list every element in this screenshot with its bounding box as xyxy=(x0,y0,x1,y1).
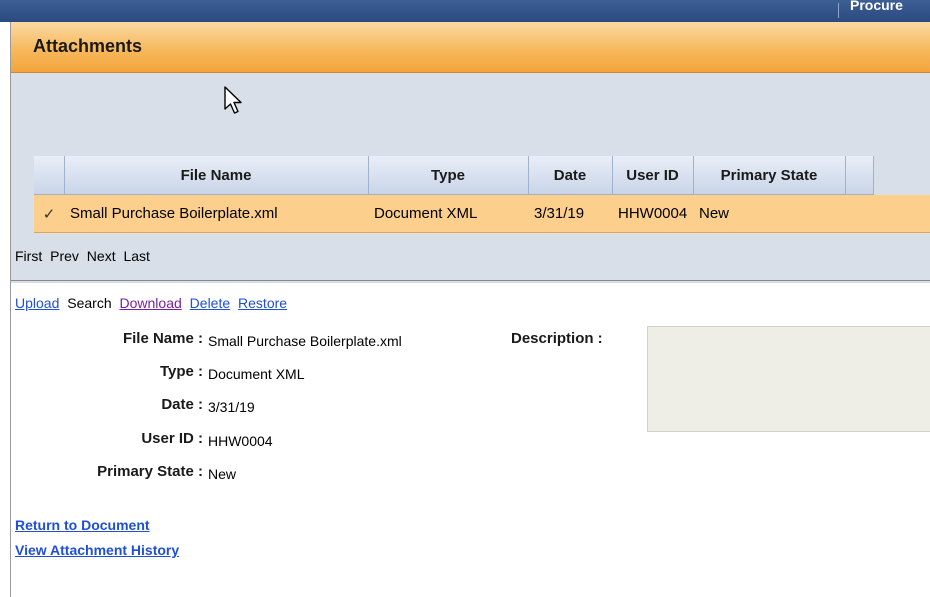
table-header-row: File Name Type Date User ID Primary Stat… xyxy=(34,156,930,195)
search-action: Search xyxy=(67,295,112,311)
return-to-document-link[interactable]: Return to Document xyxy=(15,517,179,533)
column-header-file-name[interactable]: File Name xyxy=(64,156,369,195)
panel-header: Attachments xyxy=(11,22,930,73)
cell-user-id: HHW0004 xyxy=(612,194,693,233)
file-name-label: File Name : xyxy=(122,330,203,347)
panel-title: Attachments xyxy=(33,36,143,56)
pager-first[interactable]: First xyxy=(15,248,42,264)
action-links: Upload Search Download Delete Restore xyxy=(15,295,291,311)
delete-link[interactable]: Delete xyxy=(190,295,230,311)
section-divider xyxy=(11,280,930,281)
column-header-blank xyxy=(873,156,930,195)
column-header-primary-state[interactable]: Primary State xyxy=(693,156,846,195)
column-header-date[interactable]: Date xyxy=(528,156,613,195)
mouse-pointer-icon xyxy=(224,86,242,114)
pagination: First Prev Next Last xyxy=(15,248,154,264)
pager-prev[interactable]: Prev xyxy=(50,248,79,264)
attachments-table: File Name Type Date User ID Primary Stat… xyxy=(34,156,930,233)
view-attachment-history-link[interactable]: View Attachment History xyxy=(15,542,179,558)
primary-state-value: New xyxy=(208,466,237,482)
restore-link[interactable]: Restore xyxy=(238,295,287,311)
date-label: Date : xyxy=(161,396,203,413)
file-name-value: Small Purchase Boilerplate.xml xyxy=(208,333,402,349)
user-id-label: User ID : xyxy=(141,430,203,447)
cell-filler xyxy=(845,194,873,233)
primary-state-label: Primary State : xyxy=(97,463,203,480)
row-selected-check-icon[interactable]: ✓ xyxy=(34,194,64,233)
description-field[interactable] xyxy=(647,326,930,432)
pager-last[interactable]: Last xyxy=(123,248,149,264)
nav-separator xyxy=(838,3,839,18)
user-id-value: HHW0004 xyxy=(208,433,273,449)
cell-blank xyxy=(873,194,930,233)
type-label: Type : xyxy=(159,363,203,380)
download-link[interactable]: Download xyxy=(120,295,182,311)
pager-next[interactable]: Next xyxy=(87,248,116,264)
top-navigation-bar: Procure xyxy=(0,0,930,22)
table-row[interactable]: ✓ Small Purchase Boilerplate.xml Documen… xyxy=(34,194,930,233)
type-value: Document XML xyxy=(208,366,305,382)
column-header-filler xyxy=(845,156,874,195)
attachments-panel: Attachments File Name Type Date User ID … xyxy=(10,22,930,597)
nav-breadcrumb[interactable]: Procure xyxy=(850,0,903,13)
cell-primary-state: New xyxy=(693,194,845,233)
upload-link[interactable]: Upload xyxy=(15,295,59,311)
footer-links: Return to Document View Attachment Histo… xyxy=(15,517,179,567)
cell-type: Document XML xyxy=(368,194,528,233)
cell-file-name: Small Purchase Boilerplate.xml xyxy=(64,194,368,233)
column-header-user-id[interactable]: User ID xyxy=(612,156,694,195)
column-header-type[interactable]: Type xyxy=(368,156,529,195)
date-value: 3/31/19 xyxy=(208,399,255,415)
cell-date: 3/31/19 xyxy=(528,194,612,233)
select-column-header xyxy=(34,156,65,195)
description-label: Description : xyxy=(511,330,603,347)
